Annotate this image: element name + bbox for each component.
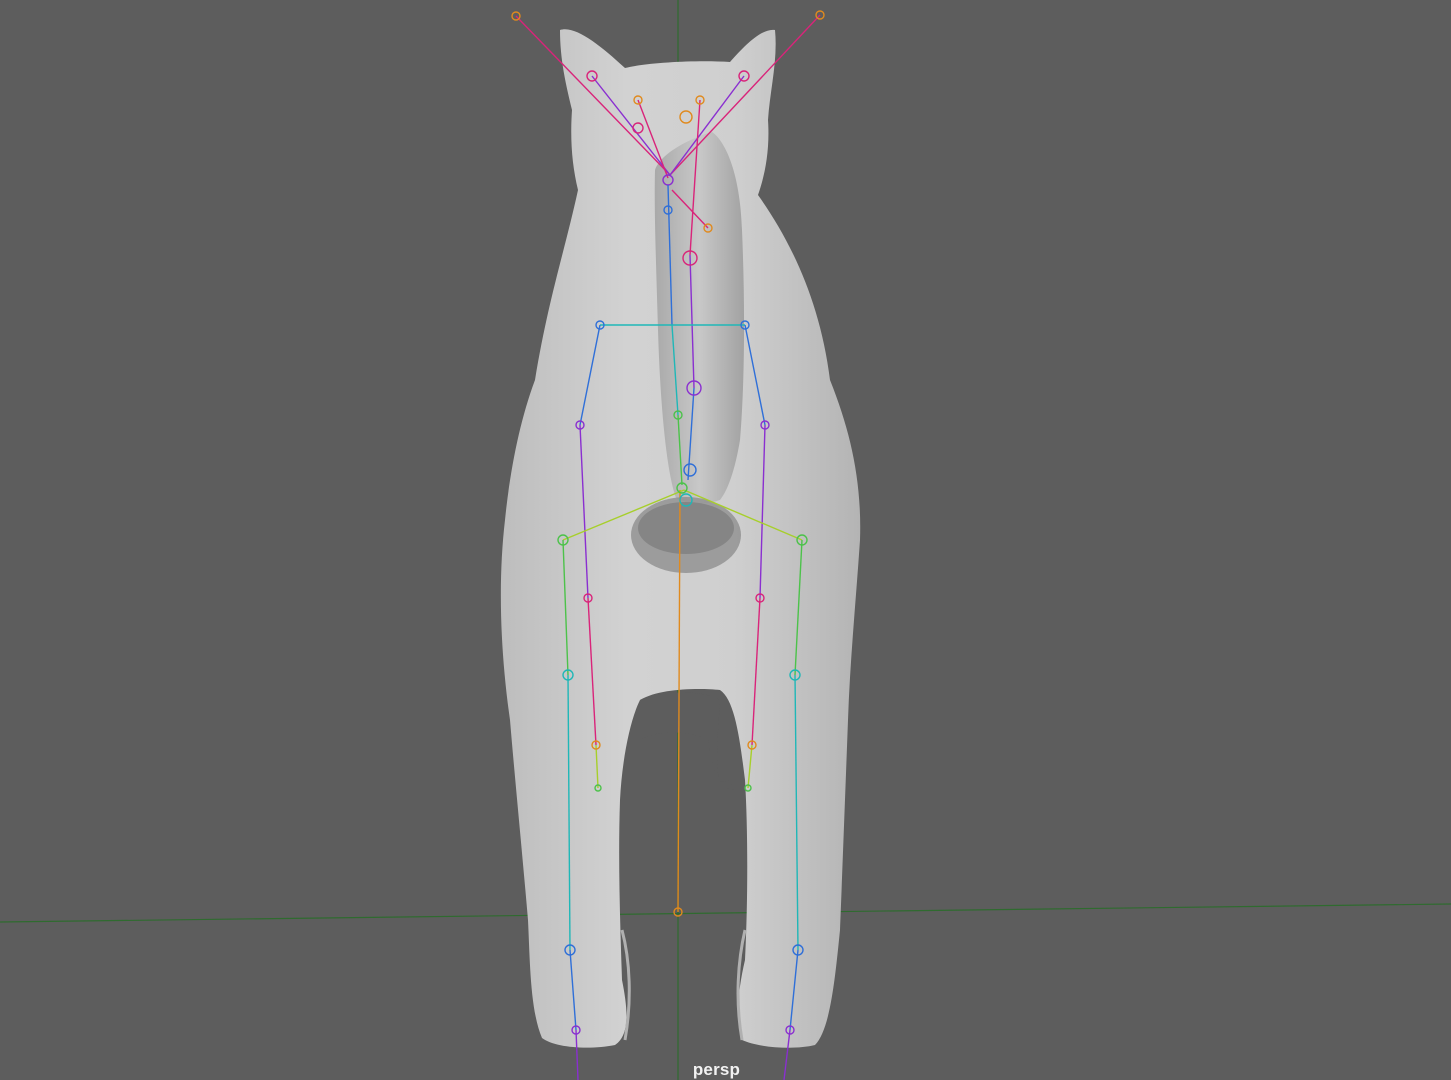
camera-name-label: persp <box>692 1060 741 1079</box>
grid-axis-x <box>0 903 1451 923</box>
scene-canvas[interactable] <box>0 0 1451 1080</box>
viewport-persp[interactable]: persp <box>0 0 1451 1080</box>
